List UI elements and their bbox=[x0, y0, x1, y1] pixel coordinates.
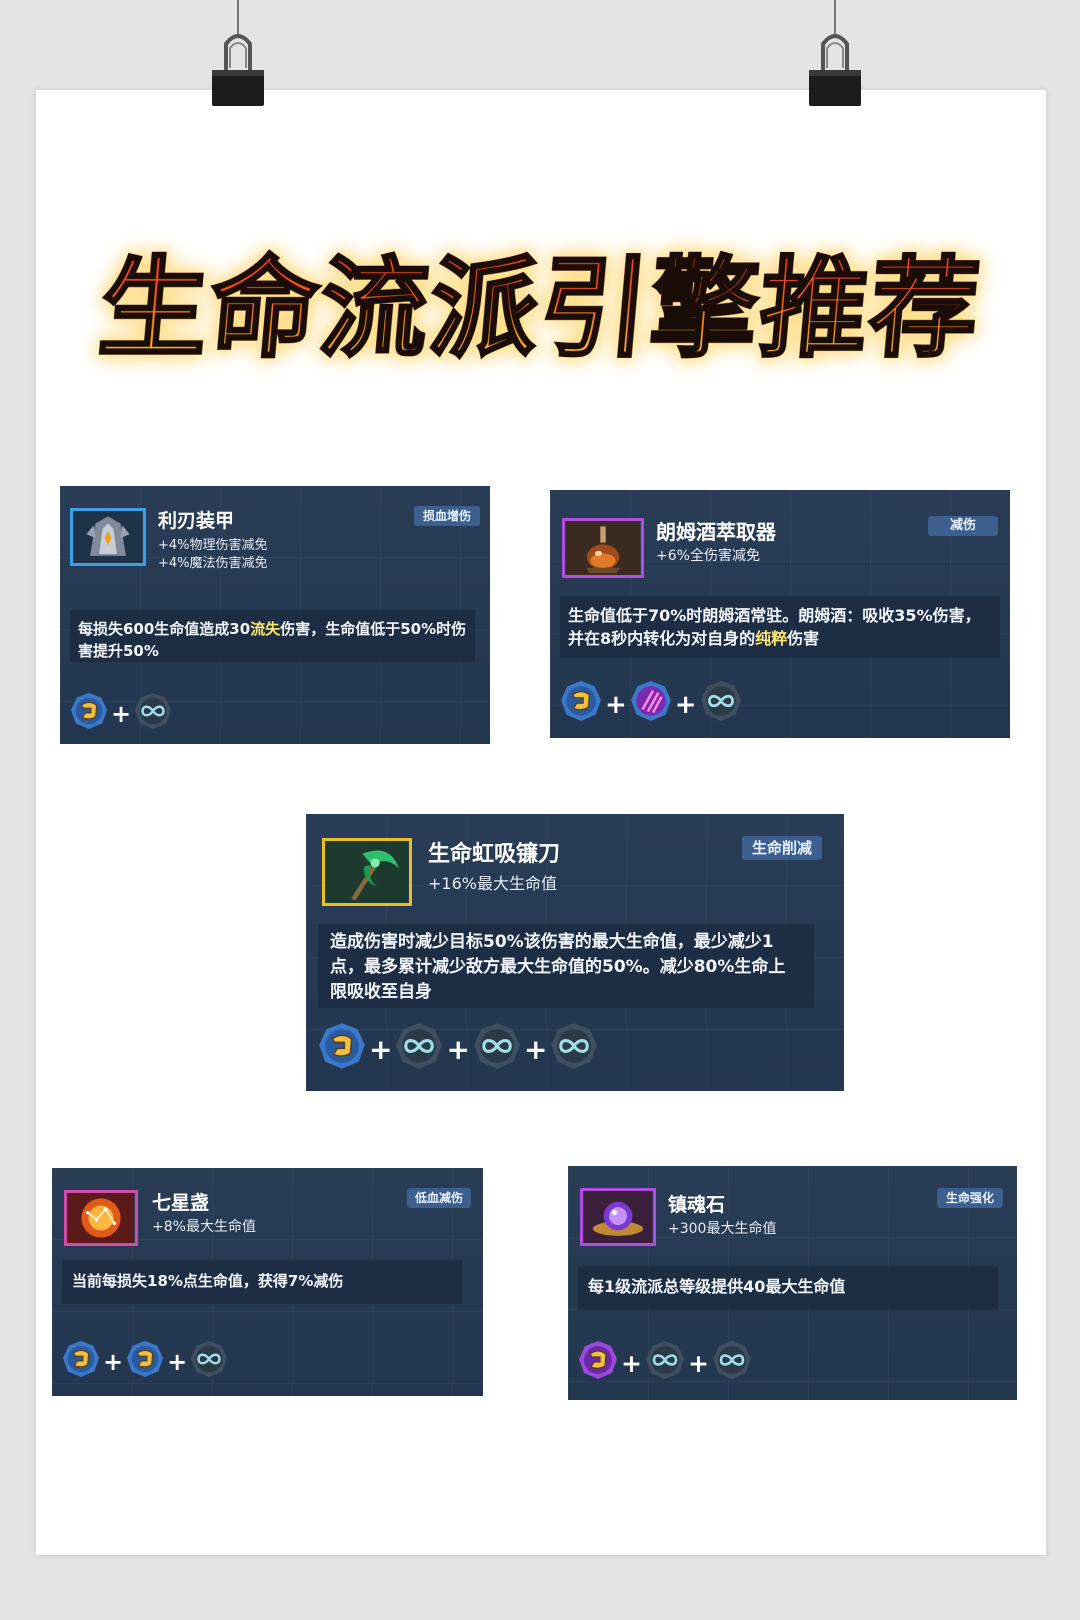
card-stat: +6%全伤害减免 bbox=[656, 548, 760, 564]
card-name: 镇魂石 bbox=[668, 1194, 726, 1216]
infinity-gem-icon bbox=[134, 692, 172, 736]
infinity-gem-icon bbox=[473, 1022, 521, 1077]
seven-star-cup-portrait-icon bbox=[64, 1190, 138, 1246]
gem-combo: + + bbox=[578, 1340, 752, 1386]
desc-text: 每损失600生命值造成30 bbox=[78, 620, 251, 638]
gem-combo: + bbox=[70, 692, 172, 736]
infinity-gem-icon bbox=[190, 1340, 228, 1384]
engine-card-soulstone[interactable]: 镇魂石 +300最大生命值 生命强化 每1级流派总等级提供40最大生命值 + + bbox=[568, 1166, 1017, 1400]
card-description: 当前每损失18%点生命值，获得7%减伤 bbox=[62, 1260, 462, 1304]
gem-combo: + + bbox=[560, 680, 742, 729]
binder-clip-icon bbox=[805, 0, 865, 108]
binder-clip-icon bbox=[208, 0, 268, 108]
gem-combo: + + bbox=[62, 1340, 228, 1384]
infinity-gem-icon bbox=[395, 1022, 443, 1077]
card-description: 每损失600生命值造成30流失伤害，生命值低于50%时伤害提升50% bbox=[70, 610, 475, 662]
card-description: 造成伤害时减少目标50%该伤害的最大生命值，最少减少1点，最多累计减少敌方最大生… bbox=[318, 924, 814, 1008]
desc-text: 当前每损失18%点生命值，获得7%减伤 bbox=[72, 1272, 344, 1290]
purple-lock-gem-icon bbox=[578, 1340, 618, 1386]
card-tag-badge: 生命削减 bbox=[742, 836, 822, 860]
gold-lock-gem-icon bbox=[70, 692, 108, 736]
card-stat: +4%物理伤害减免 bbox=[158, 538, 268, 553]
engine-card-scythe[interactable]: 生命虹吸镰刀 +16%最大生命值 生命削减 造成伤害时减少目标50%该伤害的最大… bbox=[306, 814, 844, 1091]
card-name: 利刃装甲 bbox=[158, 510, 235, 532]
gold-lock-gem-icon bbox=[318, 1022, 366, 1077]
infinity-gem-icon bbox=[712, 1340, 752, 1386]
infinity-gem-icon bbox=[700, 680, 742, 729]
gold-lock-gem-icon bbox=[126, 1340, 164, 1384]
plus-sign: + bbox=[674, 689, 697, 720]
card-tag-badge: 低血减伤 bbox=[407, 1188, 471, 1208]
plus-sign: + bbox=[167, 1348, 188, 1376]
scythe-portrait-icon bbox=[322, 838, 412, 906]
desc-highlight: 纯粹 bbox=[755, 629, 788, 648]
desc-text: 伤害 bbox=[787, 629, 820, 648]
engine-card-armor[interactable]: 利刃装甲 +4%物理伤害减免 +4%魔法伤害减免 损血增伤 每损失600生命值造… bbox=[60, 486, 490, 744]
gold-lock-gem-icon bbox=[62, 1340, 100, 1384]
card-stat: +300最大生命值 bbox=[668, 1221, 777, 1237]
desc-text: 造成伤害时减少目标50%该伤害的最大生命值，最少减少1点，最多累计减少敌方最大生… bbox=[330, 932, 786, 1002]
plus-sign: + bbox=[111, 700, 132, 728]
purple-claw-gem-icon bbox=[630, 680, 672, 729]
plus-sign: + bbox=[103, 1348, 124, 1376]
infinity-gem-icon bbox=[550, 1022, 598, 1077]
engine-card-cup[interactable]: 七星盏 +8%最大生命值 低血减伤 当前每损失18%点生命值，获得7%减伤 + + bbox=[52, 1168, 483, 1396]
card-tag-badge: 减伤 bbox=[928, 516, 998, 536]
card-tag-badge: 损血增伤 bbox=[414, 506, 480, 526]
rum-extractor-portrait-icon bbox=[562, 518, 644, 578]
plus-sign: + bbox=[621, 1348, 642, 1378]
infinity-gem-icon bbox=[645, 1340, 685, 1386]
soul-stone-portrait-icon bbox=[580, 1188, 656, 1246]
card-stat: +4%魔法伤害减免 bbox=[158, 556, 268, 571]
card-stat: +8%最大生命值 bbox=[152, 1219, 256, 1235]
gem-combo: + + + bbox=[318, 1022, 598, 1077]
desc-highlight: 流失 bbox=[250, 620, 281, 638]
plus-sign: + bbox=[369, 1033, 393, 1066]
page-title: 生命流派引擎推荐 bbox=[0, 240, 1080, 380]
plus-sign: + bbox=[605, 689, 627, 720]
gold-lock-gem-icon bbox=[560, 680, 602, 729]
card-description: 生命值低于70%时朗姆酒常驻。朗姆酒：吸收35%伤害，并在8秒内转化为对自身的纯… bbox=[560, 596, 1000, 658]
card-stat: +16%最大生命值 bbox=[428, 874, 557, 893]
desc-text: 每1级流派总等级提供40最大生命值 bbox=[588, 1277, 846, 1296]
card-tag-badge: 生命强化 bbox=[937, 1188, 1003, 1208]
card-name: 朗姆酒萃取器 bbox=[656, 520, 776, 544]
plus-sign: + bbox=[687, 1348, 709, 1378]
card-name: 生命虹吸镰刀 bbox=[428, 842, 561, 867]
plus-sign: + bbox=[446, 1033, 470, 1066]
card-description: 每1级流派总等级提供40最大生命值 bbox=[578, 1266, 998, 1310]
engine-card-rum[interactable]: 朗姆酒萃取器 +6%全伤害减免 减伤 生命值低于70%时朗姆酒常驻。朗姆酒：吸收… bbox=[550, 490, 1010, 738]
plus-sign: + bbox=[523, 1033, 548, 1066]
armor-portrait-icon bbox=[70, 508, 146, 566]
card-name: 七星盏 bbox=[152, 1192, 210, 1214]
